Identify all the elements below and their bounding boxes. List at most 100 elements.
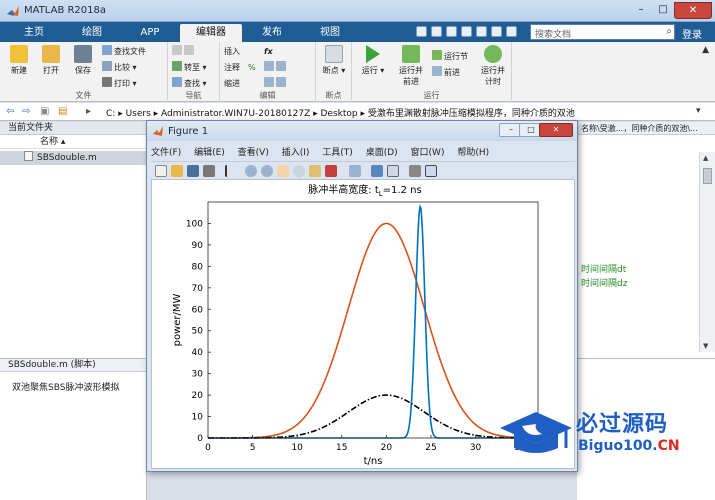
breakpoints-button[interactable]: 断点 ▾: [319, 45, 349, 76]
save-button[interactable]: 保存: [68, 45, 98, 76]
advance-button[interactable]: 前进: [432, 66, 460, 80]
qat-cut-icon[interactable]: [431, 26, 442, 37]
y-tick-label: 80: [192, 262, 204, 272]
tab-plots[interactable]: 绘图: [64, 24, 120, 42]
menu-help[interactable]: 帮助(H): [457, 145, 489, 158]
tab-home[interactable]: 主页: [6, 24, 62, 42]
smart-indent-icon[interactable]: [264, 77, 288, 91]
indent-button[interactable]: 缩进: [224, 77, 240, 91]
bookmark-button[interactable]: [172, 45, 196, 59]
login-link[interactable]: 登录: [682, 26, 702, 41]
show-plot-tools-icon[interactable]: [425, 165, 437, 177]
tab-view[interactable]: 视图: [302, 24, 358, 42]
search-documentation-input[interactable]: 搜索文档 ⌕: [530, 24, 675, 40]
goto-button[interactable]: 转至 ▾: [172, 61, 207, 75]
brush-icon[interactable]: [325, 165, 337, 177]
close-button[interactable]: ✕: [674, 2, 712, 19]
advance-icon: [432, 66, 442, 76]
forward-arrow-icon[interactable]: ⇨: [22, 106, 30, 117]
menu-desktop[interactable]: 桌面(D): [366, 145, 398, 158]
pan-hand-icon[interactable]: [277, 165, 289, 177]
y-tick-label: 30: [192, 370, 204, 380]
x-tick-label: 15: [336, 443, 347, 453]
link-plot-icon[interactable]: [349, 165, 361, 177]
y-tick-label: 70: [192, 284, 204, 294]
save-figure-icon[interactable]: [187, 165, 199, 177]
pointer-icon[interactable]: [225, 165, 237, 177]
bookmark-icon: [172, 45, 182, 55]
x-tick-label: 25: [425, 443, 436, 453]
insert-legend-icon[interactable]: [387, 165, 399, 177]
comment-button[interactable]: 注释: [224, 61, 240, 75]
menu-view[interactable]: 查看(V): [238, 145, 269, 158]
editor-scrollbar[interactable]: ▲ ▼: [699, 152, 715, 352]
print-button[interactable]: 打印 ▾: [102, 77, 137, 91]
print-figure-icon[interactable]: [203, 165, 215, 177]
scroll-down-icon[interactable]: ▼: [703, 342, 708, 350]
figure-menu-bar: 文件(F) 编辑(E) 查看(V) 插入(I) 工具(T) 桌面(D) 窗口(W…: [151, 145, 575, 159]
y-tick-label: 60: [192, 305, 204, 315]
maximize-button[interactable]: □: [652, 2, 674, 19]
find-icon: [172, 77, 182, 87]
file-item[interactable]: SBSdouble.m: [0, 151, 146, 165]
rotate-3d-icon[interactable]: [293, 165, 305, 177]
menu-tools[interactable]: 工具(T): [322, 145, 353, 158]
path-dropdown-icon[interactable]: ▾: [696, 106, 701, 116]
m-file-icon: [24, 151, 33, 161]
find-files-button[interactable]: 查找文件: [102, 45, 146, 59]
insert-button[interactable]: 插入: [224, 45, 240, 59]
run-section-icon: [432, 50, 442, 60]
qat-save-icon[interactable]: [416, 26, 427, 37]
data-cursor-icon[interactable]: [309, 165, 321, 177]
quick-access-toolbar: [414, 25, 524, 40]
collapse-ribbon-icon[interactable]: ▲: [702, 45, 709, 55]
menu-edit[interactable]: 编辑(E): [194, 145, 225, 158]
ribbon: 新建 打开 保存 查找文件 比较 ▾ 打印 ▾ 文件 转至 ▾ 查找 ▾ 导航 …: [0, 42, 715, 102]
fx-button[interactable]: fx: [264, 45, 273, 59]
wrap-comments-icon[interactable]: [264, 61, 288, 75]
search-icon[interactable]: ⌕: [666, 26, 672, 37]
qat-redo-icon[interactable]: [491, 26, 502, 37]
run-and-advance-button[interactable]: 运行并 前进: [394, 45, 428, 87]
find-button[interactable]: 查找 ▾: [172, 77, 207, 91]
details-description: 双池聚焦SBS脉冲波形模拟: [12, 383, 120, 393]
minimize-button[interactable]: –: [630, 2, 652, 19]
open-button[interactable]: 打开: [36, 45, 66, 76]
run-button[interactable]: 运行 ▾: [358, 45, 388, 76]
folder-path[interactable]: C: ▸ Users ▸ Administrator.WIN7U-2018012…: [106, 106, 575, 119]
title-bar: MATLAB R2018a – □ ✕: [0, 0, 715, 22]
back-arrow-icon[interactable]: ⇦: [6, 106, 14, 117]
scroll-thumb[interactable]: [703, 168, 712, 184]
menu-insert[interactable]: 插入(I): [282, 145, 310, 158]
hide-plot-tools-icon[interactable]: [409, 165, 421, 177]
run-section-button[interactable]: 运行节: [432, 50, 468, 64]
name-column-header[interactable]: 名称 ▴: [0, 135, 146, 149]
tab-publish[interactable]: 发布: [244, 24, 300, 42]
zoom-in-icon[interactable]: [245, 165, 257, 177]
qat-copy-icon[interactable]: [446, 26, 457, 37]
zoom-out-icon[interactable]: [261, 165, 273, 177]
menu-file[interactable]: 文件(F): [151, 145, 181, 158]
y-tick-label: 20: [192, 391, 204, 401]
browse-folder-icon[interactable]: ▤: [58, 106, 67, 117]
menu-window[interactable]: 窗口(W): [411, 145, 445, 158]
series-line-2: [208, 204, 538, 439]
open-file-icon[interactable]: [171, 165, 183, 177]
scroll-up-icon[interactable]: ▲: [703, 154, 708, 162]
tab-editor[interactable]: 编辑器: [180, 24, 242, 42]
print-icon: [102, 77, 112, 87]
new-figure-icon[interactable]: [155, 165, 167, 177]
figure-close-button[interactable]: ✕: [539, 123, 573, 137]
insert-colorbar-icon[interactable]: [371, 165, 383, 177]
comment-percent-icon[interactable]: %: [248, 61, 256, 75]
x-tick-label: 20: [381, 443, 393, 453]
qat-paste-icon[interactable]: [461, 26, 472, 37]
up-folder-icon[interactable]: ▣: [40, 106, 49, 117]
new-button[interactable]: 新建: [4, 45, 34, 76]
editor-tab[interactable]: 名称\受激...，同种介质的双池\...: [577, 122, 715, 135]
run-and-time-button[interactable]: 运行并 计时: [476, 45, 510, 87]
qat-undo-icon[interactable]: [476, 26, 487, 37]
compare-button[interactable]: 比较 ▾: [102, 61, 137, 75]
qat-help-icon[interactable]: [506, 26, 517, 37]
tab-apps[interactable]: APP: [122, 24, 178, 42]
